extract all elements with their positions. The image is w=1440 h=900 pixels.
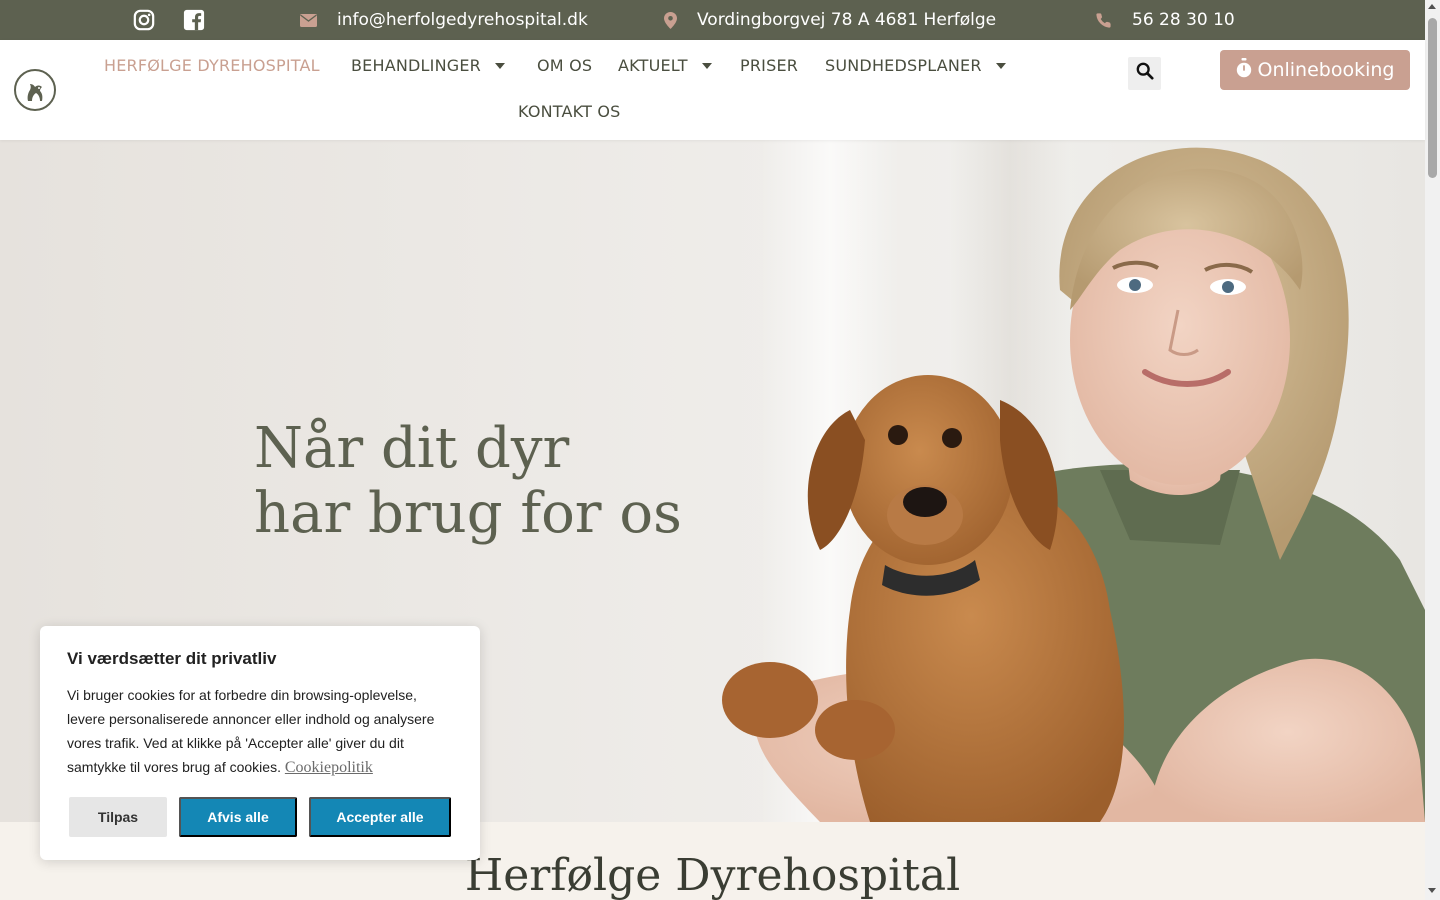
- online-booking-label: Onlinebooking: [1257, 59, 1395, 81]
- search-icon: [1136, 62, 1154, 85]
- nav-item-label: AKTUELT: [618, 56, 688, 75]
- cookie-accept-all-button[interactable]: Accepter alle: [309, 797, 451, 837]
- hero-title-line-1: Når dit dyr: [254, 416, 570, 481]
- instagram-icon[interactable]: [133, 0, 157, 40]
- nav-item-priser[interactable]: PRISER: [740, 56, 798, 75]
- address-link[interactable]: Vordingborgvej 78 A 4681 Herfølge: [664, 0, 996, 40]
- hero-title: Når dit dyr har brug for os: [254, 416, 682, 546]
- cookie-policy-link[interactable]: Cookiepolitik: [285, 759, 373, 776]
- main-header: HERFØLGE DYREHOSPITAL BEHANDLINGER OM OS…: [0, 40, 1425, 140]
- nav-item-aktuelt[interactable]: AKTUELT: [618, 56, 712, 75]
- nav-item-kontakt-os[interactable]: KONTAKT OS: [518, 102, 621, 121]
- stopwatch-icon: [1236, 57, 1258, 83]
- scroll-up-arrow-icon[interactable]: [1428, 4, 1436, 9]
- nav-item-label: OM OS: [537, 56, 593, 75]
- nav-item-sundhedsplaner[interactable]: SUNDHEDSPLANER: [825, 56, 1006, 75]
- search-button[interactable]: [1128, 57, 1161, 90]
- facebook-icon[interactable]: [183, 0, 207, 40]
- address-text: Vordingborgvej 78 A 4681 Herfølge: [697, 10, 997, 30]
- email-text: info@herfolgedyrehospital.dk: [337, 10, 588, 30]
- top-contact-bar: info@herfolgedyrehospital.dk Vordingborg…: [0, 0, 1425, 40]
- nav-item-home[interactable]: HERFØLGE DYREHOSPITAL: [104, 56, 320, 75]
- map-pin-icon: [664, 11, 677, 29]
- online-booking-button[interactable]: Onlinebooking: [1220, 50, 1410, 90]
- nav-item-label: BEHANDLINGER: [351, 56, 481, 75]
- cookie-reject-all-button[interactable]: Afvis alle: [179, 797, 297, 837]
- nav-item-label: HERFØLGE DYREHOSPITAL: [104, 56, 320, 75]
- nav-item-label: SUNDHEDSPLANER: [825, 56, 982, 75]
- scroll-down-arrow-icon[interactable]: [1428, 888, 1436, 893]
- cookie-text: Vi bruger cookies for at forbedre din br…: [67, 687, 435, 775]
- page-scrollbar[interactable]: [1425, 0, 1440, 900]
- hero-photo-vet-with-puppy: [722, 147, 1425, 822]
- phone-link[interactable]: 56 28 30 10: [1095, 0, 1235, 40]
- cookie-customize-button[interactable]: Tilpas: [69, 797, 167, 837]
- logo-icon[interactable]: [14, 69, 56, 111]
- nav-item-label: PRISER: [740, 56, 799, 75]
- nav-item-behandlinger[interactable]: BEHANDLINGER: [351, 56, 505, 75]
- phone-icon: [1095, 12, 1112, 29]
- caret-down-icon: [995, 62, 1006, 69]
- cookie-title: Vi værdsætter dit privatliv: [67, 649, 277, 668]
- caret-down-icon: [494, 62, 505, 69]
- nav-item-label: KONTAKT OS: [518, 102, 621, 121]
- caret-down-icon: [701, 62, 712, 69]
- cookie-consent-banner: Vi værdsætter dit privatliv Vi bruger co…: [40, 626, 480, 860]
- scrollbar-thumb[interactable]: [1428, 18, 1437, 178]
- nav-item-om-os[interactable]: OM OS: [537, 56, 592, 75]
- email-link[interactable]: info@herfolgedyrehospital.dk: [300, 0, 588, 40]
- cookie-description: Vi bruger cookies for at forbedre din br…: [67, 683, 457, 780]
- envelope-icon: [300, 13, 317, 27]
- phone-text: 56 28 30 10: [1132, 10, 1235, 30]
- hero-title-line-2: har brug for os: [254, 481, 682, 546]
